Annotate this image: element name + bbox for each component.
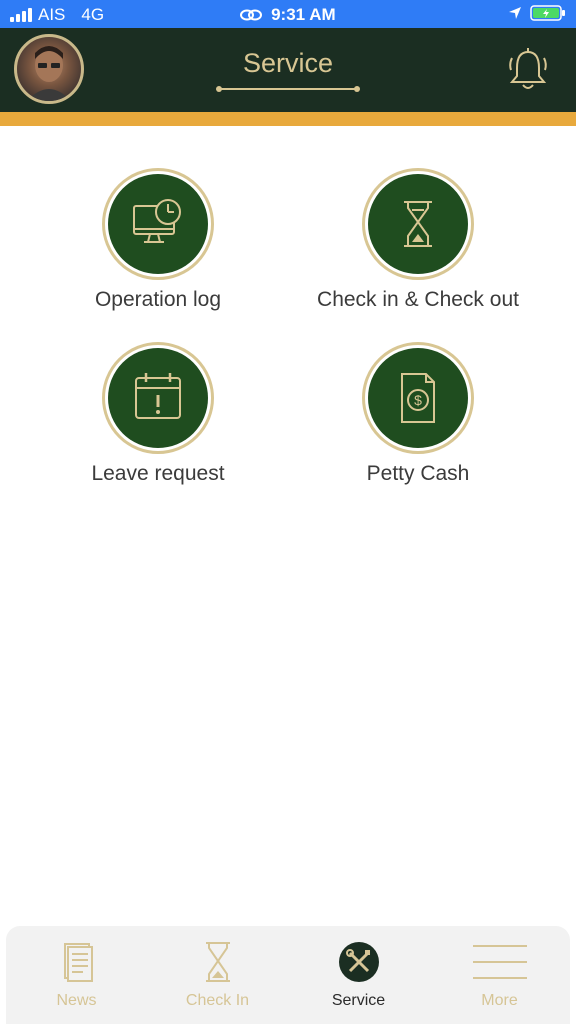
- app-header: Service: [0, 28, 576, 126]
- page-title: Service: [242, 48, 334, 78]
- service-label: Check in & Check out: [317, 288, 519, 311]
- status-center: 9:31 AM: [0, 5, 576, 25]
- location-arrow-icon: [509, 7, 521, 19]
- battery-icon: [530, 5, 565, 21]
- header-accent-bar: [0, 112, 576, 126]
- service-operation-log[interactable]: Operation log: [28, 168, 288, 312]
- service-leave-request[interactable]: Leave request: [28, 342, 288, 486]
- service-label: Operation log: [94, 288, 222, 311]
- hourglass-icon: [404, 201, 432, 247]
- dollar-document-icon: $: [401, 373, 435, 423]
- service-label: Leave request: [91, 462, 225, 485]
- tab-label: More: [481, 992, 518, 1009]
- menu-icon: [472, 945, 527, 979]
- clock: 9:31 AM: [271, 5, 336, 24]
- bell-icon[interactable]: [506, 46, 550, 94]
- leave-request-circle: [102, 342, 214, 454]
- bottom-tab-bar: News Check In Service More: [6, 926, 570, 1024]
- hourglass-icon: [205, 942, 230, 982]
- status-right: [508, 4, 566, 22]
- tab-more[interactable]: More: [429, 926, 570, 1024]
- tab-service[interactable]: Service: [288, 926, 429, 1024]
- service-label: Petty Cash: [366, 462, 470, 485]
- link-icon: [240, 9, 263, 21]
- title-underline: [216, 86, 360, 92]
- check-in-out-circle: [362, 168, 474, 280]
- tab-check-in[interactable]: Check In: [147, 926, 288, 1024]
- service-petty-cash[interactable]: $ Petty Cash: [288, 342, 548, 486]
- svg-text:$: $: [414, 392, 422, 408]
- monitor-clock-icon: [133, 199, 181, 243]
- tab-label: Check In: [185, 992, 250, 1009]
- service-check-in-out[interactable]: Check in & Check out: [288, 168, 548, 312]
- petty-cash-circle: $: [362, 342, 474, 454]
- operation-log-circle: [102, 168, 214, 280]
- calendar-alert-icon: [135, 373, 181, 419]
- tools-icon: [338, 942, 379, 982]
- tab-label: News: [56, 992, 97, 1009]
- status-bar: AIS 4G 9:31 AM: [0, 0, 576, 28]
- tab-label: Service: [331, 992, 386, 1009]
- newspaper-icon: [63, 943, 93, 982]
- tab-news[interactable]: News: [6, 926, 147, 1024]
